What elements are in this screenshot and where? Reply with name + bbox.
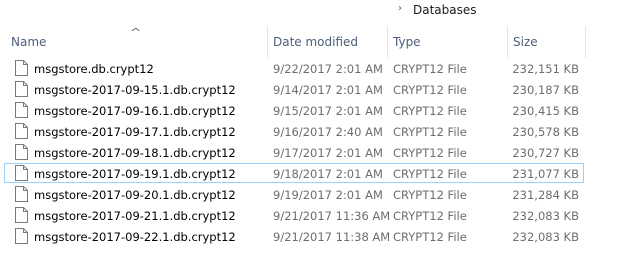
file-row[interactable]: msgstore-2017-09-20.1.db.crypt12 9/19/201… [0, 184, 626, 205]
file-list: msgstore.db.crypt12 9/22/2017 2:01 AM CRYP… [0, 58, 626, 247]
column-divider[interactable] [387, 26, 388, 58]
file-size: 230,727 KB [512, 146, 579, 160]
file-type: CRYPT12 File [393, 104, 467, 118]
file-date-modified: 9/17/2017 2:01 AM [273, 146, 383, 160]
sort-ascending-icon: ^ [129, 26, 142, 39]
file-type: CRYPT12 File [393, 209, 467, 223]
chevron-right-icon[interactable]: › [398, 3, 402, 14]
file-size: 230,415 KB [512, 104, 579, 118]
file-row[interactable]: msgstore-2017-09-21.1.db.crypt12 9/21/201… [0, 205, 626, 226]
file-icon [15, 165, 28, 181]
column-header-type[interactable]: Type [393, 35, 421, 57]
breadcrumb-item-databases[interactable]: Databases [413, 3, 477, 17]
file-name: msgstore-2017-09-22.1.db.crypt12 [34, 230, 236, 244]
file-name: msgstore-2017-09-17.1.db.crypt12 [34, 125, 236, 139]
file-type: CRYPT12 File [393, 146, 467, 160]
file-row[interactable]: msgstore-2017-09-18.1.db.crypt12 9/17/201… [0, 142, 626, 163]
file-row[interactable]: msgstore-2017-09-22.1.db.crypt12 9/21/201… [0, 226, 626, 247]
file-type: CRYPT12 File [393, 62, 467, 76]
file-name: msgstore.db.crypt12 [34, 62, 154, 76]
file-date-modified: 9/21/2017 11:38 AM [273, 230, 391, 244]
file-icon [15, 207, 28, 223]
file-icon [15, 186, 28, 202]
file-type: CRYPT12 File [393, 83, 467, 97]
file-date-modified: 9/22/2017 2:01 AM [273, 62, 383, 76]
file-name: msgstore-2017-09-15.1.db.crypt12 [34, 83, 236, 97]
file-icon [15, 228, 28, 244]
file-name: msgstore-2017-09-21.1.db.crypt12 [34, 209, 236, 223]
file-size: 230,578 KB [512, 125, 579, 139]
file-row[interactable]: msgstore-2017-09-17.1.db.crypt12 9/16/201… [0, 121, 626, 142]
file-size: 232,151 KB [512, 62, 579, 76]
file-name: msgstore-2017-09-18.1.db.crypt12 [34, 146, 236, 160]
file-icon [15, 102, 28, 118]
file-size: 232,083 KB [512, 230, 579, 244]
column-header-name[interactable]: Name [11, 35, 46, 57]
column-header-date-modified[interactable]: Date modified [273, 35, 358, 57]
file-size: 230,187 KB [512, 83, 579, 97]
file-row[interactable]: msgstore.db.crypt12 9/22/2017 2:01 AM CRYP… [0, 58, 626, 79]
file-date-modified: 9/14/2017 2:01 AM [273, 83, 383, 97]
file-explorer-view: › Databases ^ Name Date modified Type Si… [0, 0, 626, 269]
file-type: CRYPT12 File [393, 188, 467, 202]
file-row[interactable]: msgstore-2017-09-19.1.db.crypt12 9/18/201… [0, 163, 626, 184]
file-icon [15, 123, 28, 139]
file-name: msgstore-2017-09-16.1.db.crypt12 [34, 104, 236, 118]
column-header-size[interactable]: Size [513, 35, 538, 57]
file-date-modified: 9/18/2017 2:01 AM [273, 167, 383, 181]
breadcrumb: › Databases [0, 0, 626, 24]
file-size: 232,083 KB [512, 209, 579, 223]
file-date-modified: 9/19/2017 2:01 AM [273, 188, 383, 202]
file-date-modified: 9/21/2017 11:36 AM [273, 209, 391, 223]
file-size: 231,284 KB [512, 188, 579, 202]
file-type: CRYPT12 File [393, 125, 467, 139]
file-row[interactable]: msgstore-2017-09-16.1.db.crypt12 9/15/201… [0, 100, 626, 121]
column-header-row: ^ Name Date modified Type Size [0, 26, 626, 58]
file-date-modified: 9/16/2017 2:40 AM [273, 125, 383, 139]
file-icon [15, 144, 28, 160]
file-icon [15, 81, 28, 97]
file-size: 231,077 KB [512, 167, 579, 181]
file-icon [15, 60, 28, 76]
file-date-modified: 9/15/2017 2:01 AM [273, 104, 383, 118]
column-divider[interactable] [507, 26, 508, 58]
file-name: msgstore-2017-09-19.1.db.crypt12 [34, 167, 236, 181]
file-type: CRYPT12 File [393, 167, 467, 181]
file-type: CRYPT12 File [393, 230, 467, 244]
column-divider[interactable] [585, 26, 586, 58]
file-name: msgstore-2017-09-20.1.db.crypt12 [34, 188, 236, 202]
column-divider[interactable] [267, 26, 268, 58]
file-row[interactable]: msgstore-2017-09-15.1.db.crypt12 9/14/201… [0, 79, 626, 100]
